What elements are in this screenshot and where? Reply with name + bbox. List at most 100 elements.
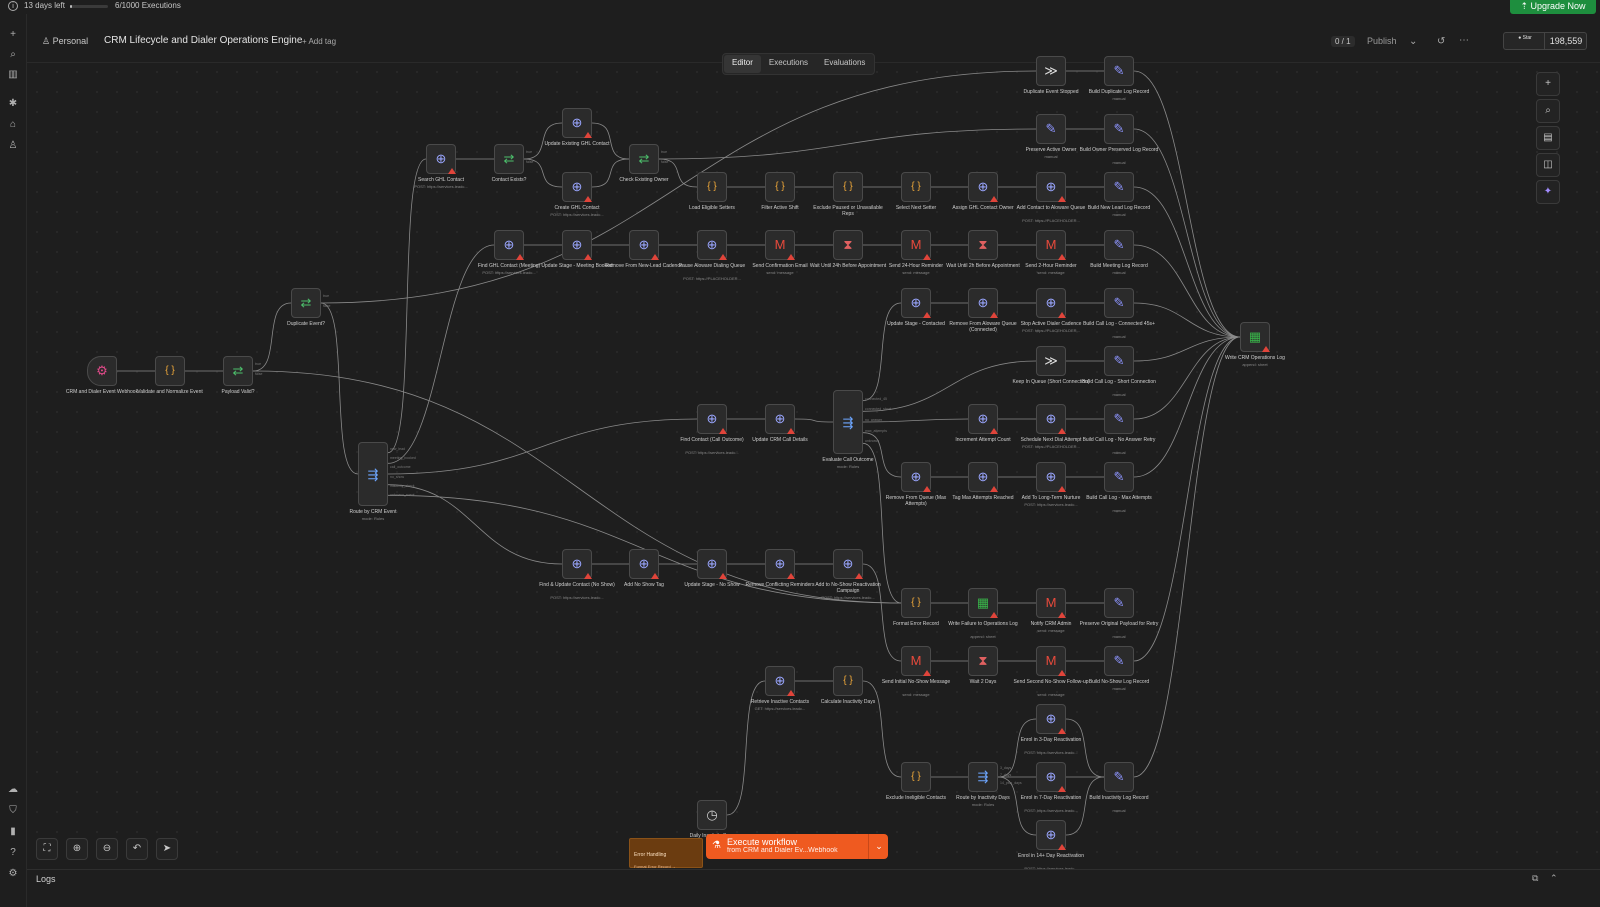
node-n28[interactable]: M <box>901 230 931 260</box>
node-n31[interactable]: ✎ <box>1104 230 1134 260</box>
node-n20[interactable]: ✎ <box>1036 114 1066 144</box>
node-n37[interactable]: ✎ <box>1104 346 1134 376</box>
pencil-icon: ✎ <box>1113 769 1125 784</box>
popout-icon[interactable]: ⧉ <box>1532 873 1538 884</box>
zoom-in-button[interactable]: ⊕ <box>66 838 88 860</box>
node-n62[interactable]: ⊕ <box>765 666 795 696</box>
node-n12[interactable]: { } <box>765 172 795 202</box>
node-n16[interactable]: ⊕ <box>1036 172 1066 202</box>
node-n39[interactable]: ⊕ <box>697 404 727 434</box>
node-n34[interactable]: ⊕ <box>1036 288 1066 318</box>
node-n11[interactable]: { } <box>697 172 727 202</box>
node-n33[interactable]: ⊕ <box>968 288 998 318</box>
node-n13[interactable]: { } <box>833 172 863 202</box>
node-n68[interactable]: ⊕ <box>1036 820 1066 850</box>
node-n5[interactable]: ⇶ <box>358 442 388 506</box>
node-n70[interactable]: ◷ <box>697 800 727 830</box>
node-n27[interactable]: ⧗ <box>833 230 863 260</box>
node-n6[interactable]: ⊕ <box>426 144 456 174</box>
warning-icon <box>584 254 592 260</box>
execute-workflow-button[interactable]: ⚗ Execute workflow from CRM and Dialer E… <box>706 834 888 859</box>
chevron-up-icon[interactable]: ⌃ <box>1550 873 1558 884</box>
node-n46[interactable]: ⊕ <box>968 462 998 492</box>
branch-label: true <box>526 150 533 154</box>
node-n9[interactable]: ⊕ <box>562 172 592 202</box>
sticky-title: Error Handling <box>634 852 667 858</box>
code-braces-icon: { } <box>911 771 921 782</box>
node-n58[interactable]: M <box>901 646 931 676</box>
node-n19[interactable]: ✎ <box>1104 56 1134 86</box>
node-n66[interactable]: ⊕ <box>1036 704 1066 734</box>
node-n57[interactable]: ✎ <box>1104 588 1134 618</box>
node-n44[interactable]: ✎ <box>1104 404 1134 434</box>
node-n17[interactable]: ✎ <box>1104 172 1134 202</box>
node-subtitle: manual <box>1112 160 1126 165</box>
node-n3[interactable]: ⇄ <box>223 356 253 386</box>
node-n51[interactable]: ⊕ <box>697 549 727 579</box>
node-n35[interactable]: ✎ <box>1104 288 1134 318</box>
node-n60[interactable]: M <box>1036 646 1066 676</box>
node-n67[interactable]: ⊕ <box>1036 762 1066 792</box>
node-label: Payload Valid? <box>221 389 255 395</box>
node-n48[interactable]: ✎ <box>1104 462 1134 492</box>
node-n53[interactable]: ⊕ <box>833 549 863 579</box>
node-n63[interactable]: { } <box>833 666 863 696</box>
code-braces-icon: { } <box>165 365 175 376</box>
node-n45[interactable]: ⊕ <box>901 462 931 492</box>
chevron-down-icon[interactable]: ⌄ <box>868 834 889 859</box>
node-n29[interactable]: ⧗ <box>968 230 998 260</box>
fit-view-button[interactable]: ⛶ <box>36 838 58 860</box>
node-n69[interactable]: ✎ <box>1104 762 1134 792</box>
node-n21[interactable]: ✎ <box>1104 114 1134 144</box>
warning-icon <box>719 254 727 260</box>
node-n7[interactable]: ⇄ <box>494 144 524 174</box>
node-n56[interactable]: M <box>1036 588 1066 618</box>
logs-panel-bar[interactable]: Logs ⧉ ⌃ <box>27 869 1600 888</box>
node-n1[interactable]: ⚙ <box>87 356 117 386</box>
node-n38[interactable]: ▦ <box>1240 322 1270 352</box>
node-n4[interactable]: ⇄ <box>291 288 321 318</box>
node-n15[interactable]: ⊕ <box>968 172 998 202</box>
zoom-out-button[interactable]: ⊖ <box>96 838 118 860</box>
node-n32[interactable]: ⊕ <box>901 288 931 318</box>
sticky-note[interactable]: Error Handling Format Error Record → <box>629 838 703 869</box>
node-n2[interactable]: { } <box>155 356 185 386</box>
node-subtitle: manual <box>1112 634 1126 639</box>
node-n54[interactable]: { } <box>901 588 931 618</box>
node-n55[interactable]: ▦ <box>968 588 998 618</box>
node-n49[interactable]: ⊕ <box>562 549 592 579</box>
undo-button[interactable]: ↶ <box>126 838 148 860</box>
warning-icon <box>923 254 931 260</box>
node-subtitle: POST: https://services.leadc... <box>1024 750 1078 755</box>
node-n47[interactable]: ⊕ <box>1036 462 1066 492</box>
node-n26[interactable]: M <box>765 230 795 260</box>
node-n23[interactable]: ⊕ <box>562 230 592 260</box>
node-n65[interactable]: ⇶ <box>968 762 998 792</box>
node-n8[interactable]: ⊕ <box>562 108 592 138</box>
node-n50[interactable]: ⊕ <box>629 549 659 579</box>
execute-label: Execute workflow <box>727 837 798 847</box>
node-n59[interactable]: ⧗ <box>968 646 998 676</box>
node-n42[interactable]: ⊕ <box>968 404 998 434</box>
node-n25[interactable]: ⊕ <box>697 230 727 260</box>
node-n40[interactable]: ⊕ <box>765 404 795 434</box>
node-n14[interactable]: { } <box>901 172 931 202</box>
node-n10[interactable]: ⇄ <box>629 144 659 174</box>
node-n43[interactable]: ⊕ <box>1036 404 1066 434</box>
node-n41[interactable]: ⇶ <box>833 390 863 454</box>
branch-label: false <box>526 160 534 164</box>
select-tool-button[interactable]: ➤ <box>156 838 178 860</box>
node-n22[interactable]: ⊕ <box>494 230 524 260</box>
node-n36[interactable]: ≫ <box>1036 346 1066 376</box>
node-n61[interactable]: ✎ <box>1104 646 1134 676</box>
node-n24[interactable]: ⊕ <box>629 230 659 260</box>
tab-editor[interactable]: Editor <box>724 55 761 73</box>
node-n30[interactable]: M <box>1036 230 1066 260</box>
node-n52[interactable]: ⊕ <box>765 549 795 579</box>
view-tabs: Editor Executions Evaluations <box>722 53 876 75</box>
node-n64[interactable]: { } <box>901 762 931 792</box>
node-n18[interactable]: ≫ <box>1036 56 1066 86</box>
node-subtitle: POST: https://PLACEHOLDER... <box>1022 328 1080 333</box>
tab-executions[interactable]: Executions <box>761 55 816 73</box>
tab-evaluations[interactable]: Evaluations <box>816 55 873 73</box>
